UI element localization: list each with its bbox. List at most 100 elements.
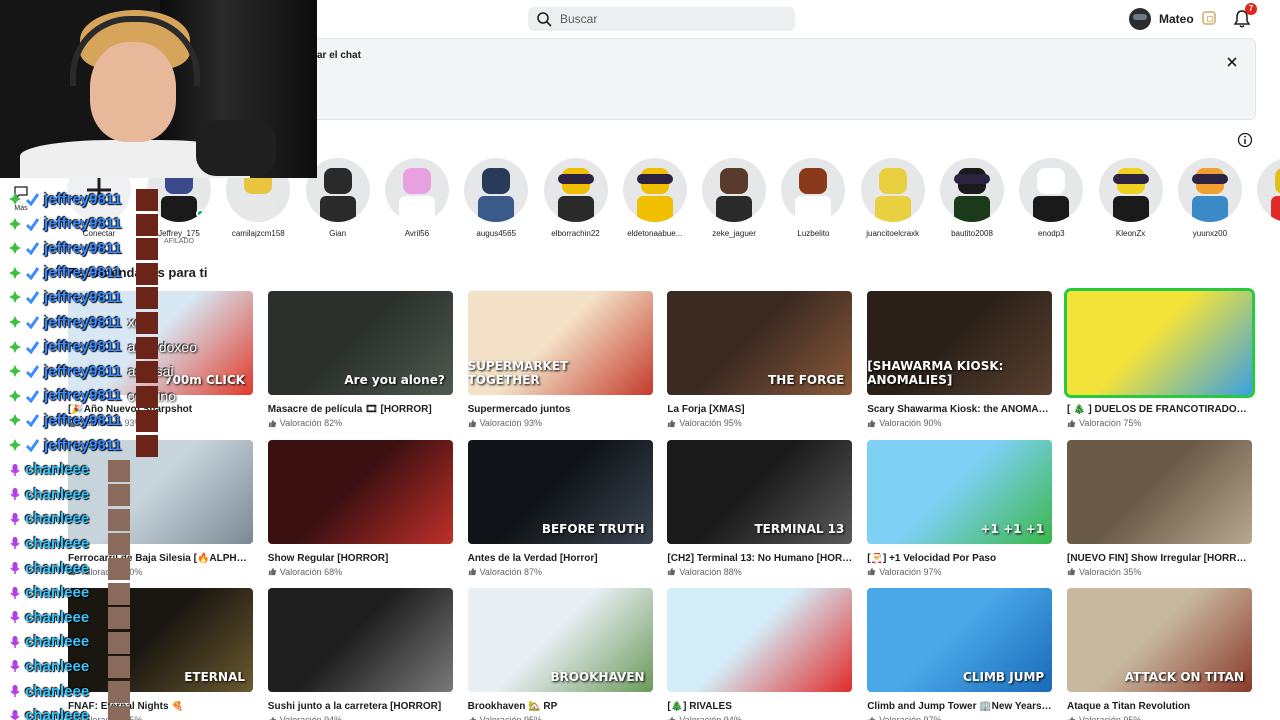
game-title[interactable]: Masacre de película 🎞 [HORROR]	[268, 404, 453, 415]
friend-avatar[interactable]	[622, 158, 687, 222]
game-card[interactable]: Are you alone? Masacre de película 🎞 [HOR…	[267, 291, 453, 428]
game-title[interactable]: Sushi junto a la carretera [HORROR]	[268, 701, 453, 712]
game-title[interactable]: Scary Shawarma Kiosk: the ANOMALY ...	[867, 404, 1052, 415]
game-thumbnail[interactable]: BROOKHAVEN	[467, 588, 653, 692]
game-thumbnail[interactable]: THE FORGE	[667, 291, 853, 395]
friend-item[interactable]: Luzbelito	[778, 158, 848, 238]
game-thumbnail[interactable]: BEFORE TRUTH	[467, 439, 653, 544]
user-menu[interactable]: Mateo	[1129, 8, 1194, 30]
game-title[interactable]: Ataque a Titan Revolution	[1067, 701, 1252, 712]
friend-avatar[interactable]	[940, 158, 1004, 222]
game-card[interactable]: SUPERMARKET TOGETHER Supermercado juntos V…	[467, 291, 653, 428]
badge-icon	[9, 389, 21, 402]
game-title[interactable]: [🎅] +1 Velocidad Por Paso	[867, 553, 1052, 564]
game-title[interactable]: Climb and Jump Tower 🏢New Years E...	[867, 701, 1052, 712]
game-thumbnail[interactable]	[667, 588, 853, 692]
game-card[interactable]: [NUEVO FIN] Show Irregular [HORROR] Valor…	[1067, 439, 1252, 577]
game-title[interactable]: Show Regular [HORROR]	[268, 553, 453, 564]
game-thumbnail[interactable]: CLIMB JUMP	[867, 588, 1053, 692]
friend-item[interactable]: Avril56	[382, 158, 452, 238]
friend-item[interactable]: enodp3	[1016, 158, 1086, 238]
game-title[interactable]: FNAF: Eternal Nights 🍕	[68, 701, 253, 712]
game-card[interactable]: THE FORGE La Forja [XMAS] Valoración 95%	[667, 291, 853, 428]
avatar-body	[557, 196, 594, 222]
friend-item[interactable]: eldetonaabue...	[620, 158, 690, 238]
game-thumbnail[interactable]: ETERNAL	[68, 588, 253, 692]
avatar-body	[1191, 196, 1228, 222]
friend-avatar[interactable]	[464, 158, 529, 222]
game-card[interactable]: ETERNAL FNAF: Eternal Nights 🍕 Valoración …	[68, 588, 253, 720]
game-rating: Valoración 93%	[468, 418, 653, 428]
friend-avatar[interactable]	[1019, 158, 1084, 222]
game-thumbnail[interactable]: Are you alone?	[267, 291, 453, 395]
avatar-body	[161, 196, 197, 222]
username[interactable]: Mateo	[1159, 12, 1194, 26]
game-card[interactable]: +1 +1 +1 [🎅] +1 Velocidad Por Paso Valorac…	[867, 439, 1053, 577]
game-card[interactable]: TERMINAL 13 [CH2] Terminal 13: No Humano …	[667, 439, 853, 577]
friend-avatar[interactable]	[860, 158, 925, 222]
game-thumbnail[interactable]: ATTACK ON TITAN	[1067, 588, 1252, 692]
friend-item[interactable]: augus4565	[461, 158, 531, 238]
game-title[interactable]: [CH2] Terminal 13: No Humano [HORRO...	[667, 553, 852, 564]
game-thumbnail[interactable]: [SHAWARMA KIOSK: ANOMALIES]	[867, 291, 1053, 395]
game-title[interactable]: [🎄] RIVALES	[667, 701, 852, 712]
rating-text: Valoración 75%	[1079, 418, 1142, 428]
game-title[interactable]: [ 🎄 ] DUELOS DE FRANCOTIRADORES	[1067, 404, 1252, 415]
chat-username: jeffrey9811	[44, 313, 122, 331]
chat-avatar	[136, 435, 158, 457]
game-card[interactable]: BROOKHAVEN Brookhaven 🏡 RP Valoración 95%	[467, 588, 653, 720]
game-card[interactable]: Ferrocarril de Baja Silesia [🔥ALPHA TE..…	[68, 439, 253, 577]
friend-item[interactable]: juancitoelcraxk	[858, 158, 928, 238]
thumbs-up-icon	[1067, 567, 1076, 576]
game-card[interactable]: ATTACK ON TITAN Ataque a Titan Revolution…	[1067, 588, 1252, 720]
game-thumbnail[interactable]	[1067, 439, 1252, 544]
friend-item[interactable]: elborrachin22	[541, 158, 611, 238]
game-title[interactable]: Antes de la Verdad [Horror]	[468, 553, 653, 564]
game-card[interactable]: [ 🎄 ] DUELOS DE FRANCOTIRADORES Valoració…	[1064, 288, 1255, 428]
chat-message: jeffrey9811	[8, 237, 122, 259]
friend-avatar[interactable]	[543, 158, 608, 222]
game-card[interactable]: CLIMB JUMP Climb and Jump Tower 🏢New Year…	[867, 588, 1053, 720]
avatar[interactable]	[1129, 8, 1151, 30]
game-card[interactable]: [🎄] RIVALES Valoración 94%	[667, 588, 853, 720]
info-icon[interactable]	[1237, 132, 1253, 148]
friend-item[interactable]: yuunxz00	[1175, 158, 1245, 238]
game-card[interactable]: Sushi junto a la carretera [HORROR] Valor…	[267, 588, 453, 720]
friend-avatar[interactable]	[1177, 158, 1242, 222]
game-title[interactable]: Supermercado juntos	[468, 404, 653, 415]
friend-item[interactable]: KleonZx	[1096, 158, 1166, 238]
friend-avatar[interactable]	[384, 158, 449, 222]
robux-icon[interactable]	[1202, 11, 1216, 25]
friend-item[interactable]: vICK	[1254, 158, 1280, 238]
game-title[interactable]: Brookhaven 🏡 RP	[468, 701, 653, 712]
friend-avatar[interactable]	[781, 158, 846, 222]
friend-avatar[interactable]	[1098, 158, 1163, 222]
microphone-icon	[10, 562, 20, 574]
search-input[interactable]	[560, 12, 780, 26]
search-box[interactable]	[528, 7, 795, 31]
game-thumbnail[interactable]: TERMINAL 13	[667, 439, 853, 544]
game-card[interactable]: [SHAWARMA KIOSK: ANOMALIES] Scary Shawarm…	[867, 291, 1053, 428]
close-icon[interactable]	[1225, 55, 1239, 69]
game-card[interactable]: BEFORE TRUTH Antes de la Verdad [Horror] V…	[467, 439, 653, 577]
chat-avatar	[108, 631, 130, 654]
friend-avatar[interactable]	[1257, 158, 1280, 222]
game-thumbnail[interactable]	[267, 439, 453, 544]
game-thumbnail[interactable]: +1 +1 +1	[867, 439, 1053, 544]
game-thumbnail[interactable]	[267, 588, 453, 692]
webcam-overlay	[0, 0, 317, 178]
game-title[interactable]: Ferrocarril de Baja Silesia [🔥ALPHA TE..…	[68, 553, 253, 564]
microphone-icon	[10, 635, 20, 648]
friend-avatar[interactable]	[702, 158, 767, 222]
friend-item[interactable]: bautito2008	[937, 158, 1007, 238]
friend-item[interactable]: zeke_jaguer	[699, 158, 769, 238]
game-card[interactable]: Show Regular [HORROR] Valoración 68%	[267, 439, 453, 577]
game-title[interactable]: La Forja [XMAS]	[667, 404, 852, 415]
game-thumbnail[interactable]	[1064, 288, 1255, 398]
badge-icon	[9, 414, 21, 427]
chat-message: chanleee	[8, 582, 89, 604]
game-title[interactable]: [NUEVO FIN] Show Irregular [HORROR]	[1067, 553, 1252, 564]
game-thumbnail[interactable]: SUPERMARKET TOGETHER	[467, 291, 653, 395]
thumbnail-caption: BROOKHAVEN	[550, 670, 645, 684]
game-rating: Valoración 94%	[667, 715, 852, 720]
